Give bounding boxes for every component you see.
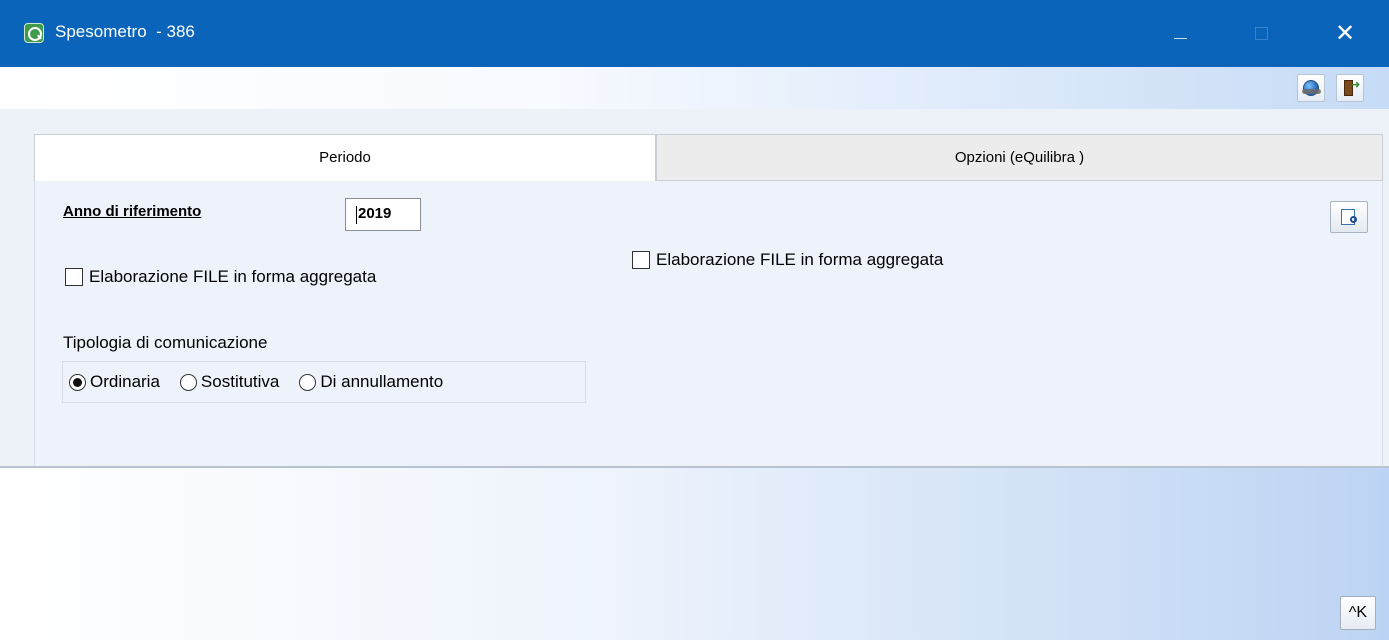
app-logo-icon	[24, 23, 44, 43]
tipologia-label: Tipologia di comunicazione	[63, 333, 268, 352]
globe-link-icon[interactable]	[1297, 74, 1325, 102]
exit-door-icon[interactable]	[1336, 74, 1364, 102]
title-bar: Spesometro - 386 ✕	[0, 0, 1389, 67]
aggregata-label-right: Elaborazione FILE in forma aggregata	[656, 250, 944, 269]
radio-label: Ordinaria	[90, 372, 160, 391]
checkbox-box[interactable]	[65, 268, 83, 286]
tab-periodo[interactable]: Periodo	[34, 134, 656, 181]
minimize-button[interactable]	[1157, 14, 1203, 54]
document-search-icon[interactable]	[1330, 201, 1368, 233]
radio-sostitutiva[interactable]: Sostitutiva	[179, 372, 280, 392]
ctrl-k-button[interactable]: ^K	[1340, 596, 1376, 630]
checkbox-box[interactable]	[632, 251, 650, 269]
tab-panel: Periodo Opzioni (eQuilibra )	[0, 109, 1389, 468]
anno-label: Anno di riferimento	[63, 203, 202, 220]
radio-label: Sostitutiva	[200, 372, 280, 391]
radio-button[interactable]	[299, 373, 317, 391]
toolbar	[0, 67, 1389, 110]
radio-annullamento[interactable]: Di annullamento	[299, 372, 443, 392]
close-button[interactable]: ✕	[1322, 14, 1368, 54]
radio-button[interactable]	[69, 373, 86, 391]
tab-opzioni[interactable]: Opzioni (eQuilibra )	[656, 134, 1383, 181]
radio-button[interactable]	[179, 373, 197, 391]
radio-label: Di annullamento	[320, 372, 444, 391]
tipologia-radio-group: Ordinaria Sostitutiva Di annullamento	[62, 361, 586, 403]
aggregata-checkbox-left[interactable]: Elaborazione FILE in forma aggregata	[65, 267, 376, 287]
radio-ordinaria[interactable]: Ordinaria	[69, 372, 160, 392]
window-title: Spesometro - 386	[55, 22, 195, 41]
aggregata-checkbox-right[interactable]: Elaborazione FILE in forma aggregata	[632, 250, 943, 270]
maximize-button[interactable]	[1237, 14, 1283, 54]
tab-content-periodo	[34, 181, 1383, 465]
aggregata-label-left: Elaborazione FILE in forma aggregata	[89, 267, 377, 286]
anno-input[interactable]: 2019	[345, 198, 421, 231]
footer-area	[0, 468, 1389, 640]
